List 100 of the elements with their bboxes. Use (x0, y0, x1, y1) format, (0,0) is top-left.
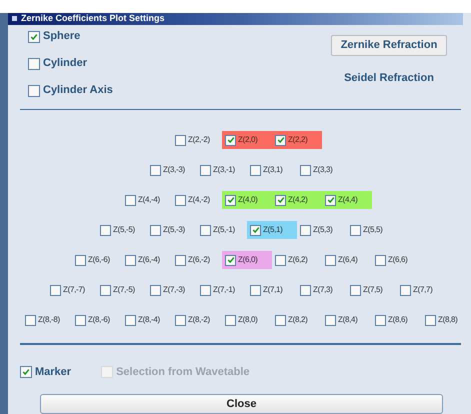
coefficient-label: Z(6,0) (238, 254, 258, 266)
checkbox[interactable] (300, 284, 311, 296)
checkbox[interactable] (275, 254, 286, 266)
option-label: Cylinder (43, 56, 88, 72)
checkbox[interactable] (50, 284, 61, 296)
coefficient-label: Z(6,6) (388, 254, 408, 266)
coefficient-label: Z(5,3) (313, 224, 333, 236)
checkbox[interactable] (125, 254, 136, 266)
checkbox[interactable] (325, 314, 336, 326)
coefficient-label: Z(4,-4) (138, 194, 160, 206)
checkbox[interactable] (275, 194, 286, 206)
coefficient-label: Z(7,1) (263, 284, 283, 296)
checkbox[interactable] (28, 58, 40, 70)
checkbox[interactable] (300, 224, 311, 236)
coefficient-label: Z(6,-2) (188, 254, 210, 266)
checkmark-icon (252, 226, 260, 234)
checkbox[interactable] (28, 84, 40, 97)
checkbox[interactable] (20, 366, 32, 378)
checkbox[interactable] (100, 224, 111, 236)
seidel-refraction-label: Seidel Refraction (344, 70, 434, 86)
checkbox[interactable] (125, 194, 136, 206)
checkmark-icon (226, 136, 234, 144)
coefficient-label: Z(3,3) (313, 164, 333, 176)
close-button[interactable]: Close (40, 394, 443, 414)
checkbox[interactable] (225, 194, 236, 206)
coefficient-label: Z(8,-2) (188, 314, 210, 326)
checkbox[interactable] (350, 284, 361, 296)
coefficient-label: Z(7,-3) (163, 284, 185, 296)
checkmark-icon (276, 196, 284, 204)
coefficient-label: Z(8,-4) (138, 314, 160, 326)
coefficient-label: Z(8,6) (388, 314, 408, 326)
checkbox[interactable] (275, 134, 286, 146)
coefficient-label: Z(5,-5) (113, 224, 135, 236)
checkbox[interactable] (250, 224, 261, 236)
option-label: Sphere (43, 29, 80, 44)
checkbox[interactable] (325, 254, 336, 266)
coefficient-label: Z(5,-1) (213, 224, 235, 236)
coefficient-label: Z(3,-1) (213, 164, 235, 176)
checkbox[interactable] (100, 284, 111, 296)
coefficient-label: Z(8,-8) (38, 314, 60, 326)
option-label: Selection from Wavetable (116, 365, 250, 380)
checkbox[interactable] (225, 134, 236, 146)
checkbox[interactable] (225, 314, 236, 326)
checkbox[interactable] (200, 284, 211, 296)
coefficient-label: Z(7,3) (313, 284, 333, 296)
coefficient-label: Z(5,1) (263, 224, 283, 236)
checkbox[interactable] (75, 314, 86, 326)
checkbox[interactable] (175, 254, 186, 266)
checkbox[interactable] (325, 194, 336, 206)
checkbox[interactable] (300, 164, 311, 176)
coefficient-label: Z(6,2) (288, 254, 308, 266)
coefficient-label: Z(7,7) (413, 284, 433, 296)
checkbox[interactable] (350, 224, 361, 236)
checkbox[interactable] (175, 314, 186, 326)
coefficient-label: Z(2,-2) (188, 134, 210, 146)
checkbox[interactable] (200, 224, 211, 236)
checkmark-icon (226, 196, 234, 204)
checkbox[interactable] (150, 164, 161, 176)
checkbox[interactable] (375, 314, 386, 326)
checkbox[interactable] (225, 254, 236, 266)
checkbox[interactable] (150, 224, 161, 236)
coefficient-label: Z(4,-2) (188, 194, 210, 206)
coefficient-label: Z(8,8) (438, 314, 458, 326)
window-menu-icon[interactable] (12, 16, 17, 22)
coefficient-label: Z(8,4) (338, 314, 358, 326)
checkbox[interactable] (375, 254, 386, 266)
coefficient-label: Z(3,-3) (163, 164, 185, 176)
checkbox[interactable] (250, 164, 261, 176)
coefficient-label: Z(6,-6) (88, 254, 110, 266)
zernike-refraction-button[interactable]: Zernike Refraction (331, 34, 447, 56)
checkmark-icon (30, 32, 38, 41)
coefficient-label: Z(3,1) (263, 164, 283, 176)
checkbox[interactable] (25, 314, 36, 326)
window-title: Zernike Coefficients Plot Settings (21, 14, 165, 24)
checkbox[interactable] (75, 254, 86, 266)
checkmark-icon (326, 196, 334, 204)
coefficient-label: Z(5,5) (363, 224, 383, 236)
checkbox[interactable] (175, 134, 186, 146)
checkbox[interactable] (28, 30, 40, 43)
checkbox[interactable] (150, 284, 161, 296)
coefficient-label: Z(2,0) (238, 134, 258, 146)
coefficient-label: Z(8,-6) (88, 314, 110, 326)
coefficient-label: Z(7,5) (363, 284, 383, 296)
coefficient-label: Z(7,-1) (213, 284, 235, 296)
coefficient-label: Z(2,2) (288, 134, 308, 146)
checkbox[interactable] (425, 314, 436, 326)
coefficient-label: Z(6,-4) (138, 254, 160, 266)
coefficient-label: Z(4,2) (288, 194, 308, 206)
checkmark-icon (276, 136, 284, 144)
checkmark-icon (226, 256, 234, 264)
checkbox[interactable] (400, 284, 411, 296)
coefficient-label: Z(4,0) (238, 194, 258, 206)
checkbox[interactable] (175, 194, 186, 206)
checkbox[interactable] (125, 314, 136, 326)
checkbox[interactable] (250, 284, 261, 296)
checkmark-icon (22, 368, 30, 376)
coefficient-label: Z(7,-5) (113, 284, 135, 296)
checkbox[interactable] (275, 314, 286, 326)
coefficient-label: Z(6,4) (338, 254, 358, 266)
checkbox[interactable] (200, 164, 211, 176)
